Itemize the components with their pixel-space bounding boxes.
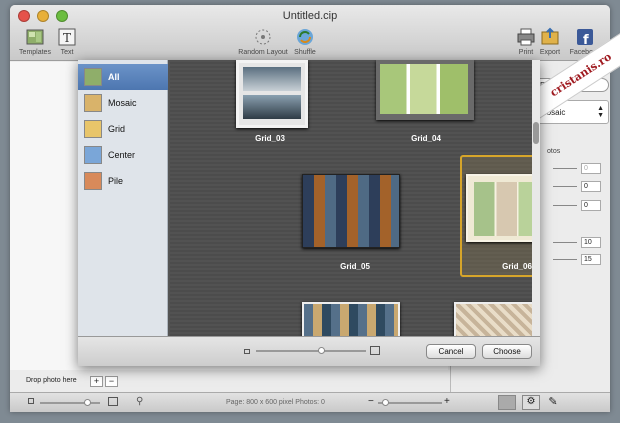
spacing-field[interactable]: 0 bbox=[581, 163, 601, 174]
template-next-1[interactable] bbox=[302, 302, 402, 336]
zoom-out-icon bbox=[28, 398, 34, 404]
zoom-in-icon bbox=[108, 397, 118, 406]
add-photo-button[interactable]: + bbox=[90, 376, 103, 387]
random-layout-label: Random Layout bbox=[238, 49, 288, 56]
template-scrollbar[interactable] bbox=[532, 60, 540, 336]
svg-text:f: f bbox=[583, 33, 589, 47]
zoom-plus-icon[interactable]: + bbox=[444, 396, 450, 407]
page-zoom-knob[interactable] bbox=[382, 399, 389, 406]
border-field[interactable]: 0 bbox=[581, 200, 601, 211]
random-layout-icon bbox=[255, 29, 271, 45]
slider-track[interactable] bbox=[553, 259, 577, 260]
zoom-minus-icon[interactable]: − bbox=[368, 396, 374, 407]
template-grid-06[interactable]: Grid_06 bbox=[460, 174, 532, 274]
template-thumbnail bbox=[302, 302, 400, 336]
category-all-label: All bbox=[108, 72, 120, 82]
text-button[interactable]: T Text bbox=[44, 27, 90, 56]
grid-icon bbox=[84, 120, 102, 138]
thumbnail-size-knob[interactable] bbox=[318, 347, 325, 354]
drop-photo-label: Drop photo here bbox=[26, 377, 77, 384]
dialog-footer: Cancel Choose bbox=[78, 336, 540, 366]
all-icon bbox=[84, 68, 102, 86]
category-pile[interactable]: Pile bbox=[78, 168, 168, 194]
mosaic-icon bbox=[84, 94, 102, 112]
corner-field[interactable]: 15 bbox=[581, 254, 601, 265]
settings-view-icon[interactable]: ⚙ bbox=[522, 395, 540, 410]
thumb-small-icon bbox=[244, 349, 250, 354]
templates-icon bbox=[26, 29, 44, 45]
remove-photo-button[interactable]: − bbox=[105, 376, 118, 387]
shadow-field[interactable]: 10 bbox=[581, 237, 601, 248]
slider-track[interactable] bbox=[553, 186, 577, 187]
center-icon bbox=[84, 146, 102, 164]
template-label: Grid_05 bbox=[340, 262, 370, 271]
export-icon bbox=[541, 27, 559, 45]
cancel-button[interactable]: Cancel bbox=[426, 344, 476, 359]
layout-view-icon[interactable] bbox=[498, 395, 516, 410]
template-grid-04[interactable]: Grid_04 bbox=[376, 60, 476, 150]
facebook-icon: f bbox=[577, 29, 593, 47]
shuffle-button[interactable]: Shuffle bbox=[282, 27, 328, 56]
template-label: Grid_06 bbox=[502, 262, 532, 271]
page-info: Page: 800 x 600 pixel Photos: 0 bbox=[226, 399, 325, 406]
export-label: Export bbox=[539, 49, 561, 56]
window-title: Untitled.cip bbox=[282, 10, 338, 22]
choose-button[interactable]: Choose bbox=[482, 344, 532, 359]
template-thumbnail bbox=[376, 60, 474, 120]
shuffle-label: Shuffle bbox=[294, 49, 316, 56]
random-layout-button[interactable]: Random Layout bbox=[238, 27, 288, 56]
template-thumbnail bbox=[302, 174, 400, 248]
category-pile-label: Pile bbox=[108, 176, 124, 186]
magnifier-icon[interactable]: ⚲ bbox=[136, 396, 143, 407]
text-label: Text bbox=[60, 49, 74, 56]
scrollbar-thumb[interactable] bbox=[533, 122, 539, 144]
zoom-slider[interactable] bbox=[40, 399, 100, 406]
template-label: Grid_03 bbox=[255, 134, 285, 143]
template-grid-03[interactable]: Grid_03 bbox=[220, 60, 320, 150]
edit-view-icon[interactable]: ✎ bbox=[544, 395, 562, 410]
title-bar: Untitled.cip Templates T Text Random Lay… bbox=[10, 5, 610, 61]
svg-text:T: T bbox=[63, 31, 71, 45]
category-mosaic[interactable]: Mosaic bbox=[78, 90, 168, 116]
template-next-2[interactable] bbox=[454, 302, 532, 336]
pile-icon bbox=[84, 172, 102, 190]
category-center-label: Center bbox=[108, 150, 136, 160]
thumbnail-size-slider[interactable] bbox=[256, 347, 366, 354]
template-grid-05[interactable]: Grid_05 bbox=[300, 174, 410, 274]
category-grid-label: Grid bbox=[108, 124, 126, 134]
slider-track[interactable] bbox=[553, 205, 577, 206]
thumb-large-icon bbox=[370, 346, 380, 355]
text-icon: T bbox=[58, 28, 76, 46]
page-zoom-slider[interactable] bbox=[378, 399, 442, 406]
drop-photo-bar: Drop photo here + − bbox=[10, 371, 130, 392]
select-arrows-icon: ▲ ▼ bbox=[597, 105, 604, 119]
category-all[interactable]: All bbox=[78, 64, 168, 90]
template-thumbnail bbox=[466, 174, 532, 242]
photos-section-label: otos bbox=[547, 148, 561, 155]
template-chooser-dialog: All Mosaic Grid Center Pile Grid_03 Grid… bbox=[78, 60, 540, 366]
slider-track[interactable] bbox=[553, 168, 577, 169]
zoom-slider-knob[interactable] bbox=[84, 399, 91, 406]
category-center[interactable]: Center bbox=[78, 142, 168, 168]
template-thumbnail bbox=[454, 302, 532, 336]
template-label: Grid_04 bbox=[411, 134, 441, 143]
margin-field[interactable]: 0 bbox=[581, 181, 601, 192]
status-bar: ⚲ Page: 800 x 600 pixel Photos: 0 − + ⚙ … bbox=[10, 392, 610, 412]
category-sidebar: All Mosaic Grid Center Pile bbox=[78, 60, 168, 336]
shuffle-icon bbox=[297, 29, 313, 45]
category-mosaic-label: Mosaic bbox=[108, 98, 137, 108]
slider-track[interactable] bbox=[553, 242, 577, 243]
template-thumbnail bbox=[236, 60, 308, 128]
category-grid[interactable]: Grid bbox=[78, 116, 168, 142]
app-screen: Untitled.cip Templates T Text Random Lay… bbox=[0, 0, 620, 423]
template-grid: Grid_03 Grid_04 Grid_05 Grid_06 bbox=[170, 60, 532, 336]
